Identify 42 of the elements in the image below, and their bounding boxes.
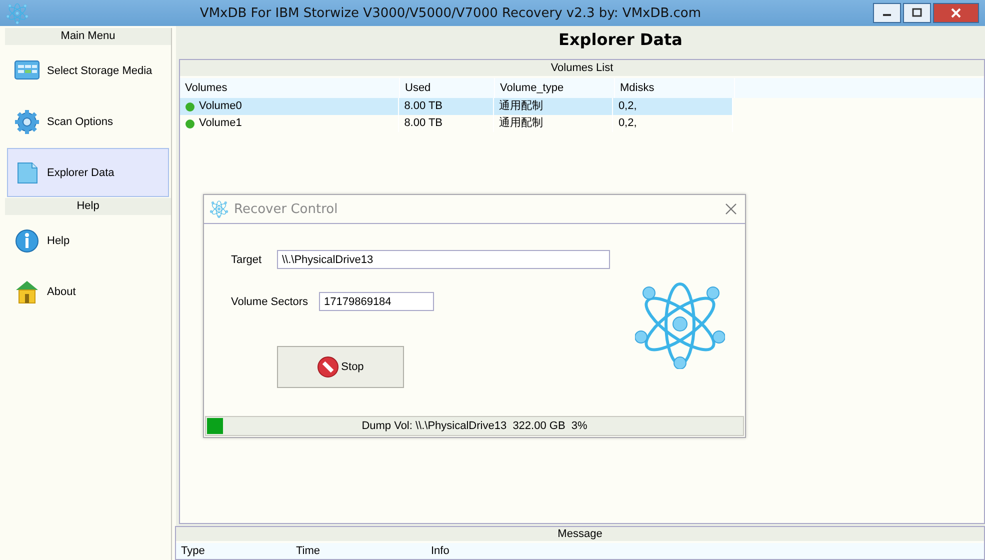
column-header[interactable]: Info — [426, 543, 626, 559]
table-cell-text: 0,2, — [618, 99, 637, 114]
stop-button[interactable]: Stop — [277, 346, 404, 388]
panel-title: Volumes List — [180, 60, 984, 76]
maximize-icon[interactable] — [903, 3, 931, 23]
dialog-title: Recover Control — [234, 202, 339, 216]
table-row[interactable]: Volume0 8.00 TB 通用配制 0,2, — [180, 98, 733, 115]
field-label: Volume Sectors — [231, 296, 310, 308]
field-label: Target — [231, 254, 263, 266]
menu-item[interactable]: Select Storage Media — [7, 46, 169, 95]
app-logo-icon — [6, 2, 28, 24]
status-dot-icon — [185, 102, 195, 112]
text-field[interactable]: \\.\PhysicalDrive13 — [277, 250, 610, 269]
stop-icon — [317, 356, 340, 378]
status-dot-icon — [185, 118, 195, 128]
table-cell-text: 通用配制 — [498, 98, 543, 114]
panel-title: Message — [176, 527, 984, 541]
progress-text: Dump Vol: \\.\PhysicalDrive13 322.00 GB 3% — [362, 420, 588, 432]
gear-icon — [13, 108, 41, 136]
column-header[interactable]: Time — [291, 543, 426, 559]
atom-icon — [210, 200, 228, 218]
menu-item[interactable]: About — [7, 267, 169, 316]
info-icon — [13, 226, 41, 254]
close-icon[interactable] — [725, 203, 737, 215]
menu-section-header: Main Menu — [5, 28, 171, 45]
table-cell-text: 8.00 TB — [404, 116, 443, 131]
table-cell-text: Volume1 — [199, 116, 242, 131]
close-icon[interactable] — [933, 3, 979, 23]
text-field[interactable]: 17179869184 — [319, 292, 434, 311]
column-header[interactable]: Type — [176, 543, 291, 559]
menu-section-header: Help — [5, 198, 171, 215]
table-cell-text: Volume0 — [199, 99, 242, 114]
table-cell-text: 8.00 TB — [404, 99, 443, 114]
menu-item[interactable]: Scan Options — [7, 97, 169, 146]
page-heading: Explorer Data — [558, 30, 682, 49]
minimize-icon[interactable] — [873, 3, 901, 23]
menu-item[interactable]: Help — [7, 216, 169, 265]
window-title: VMxDB For IBM Storwize V3000/V5000/V7000 Recovery v2.3 by: VMxDB.com — [198, 6, 702, 20]
table-row[interactable]: Volume1 8.00 TB 通用配制 0,2, — [180, 115, 733, 132]
table-cell-text: 通用配制 — [498, 116, 543, 131]
menu-item[interactable]: Explorer Data — [7, 148, 169, 197]
table-cell-text: 0,2, — [618, 116, 637, 131]
